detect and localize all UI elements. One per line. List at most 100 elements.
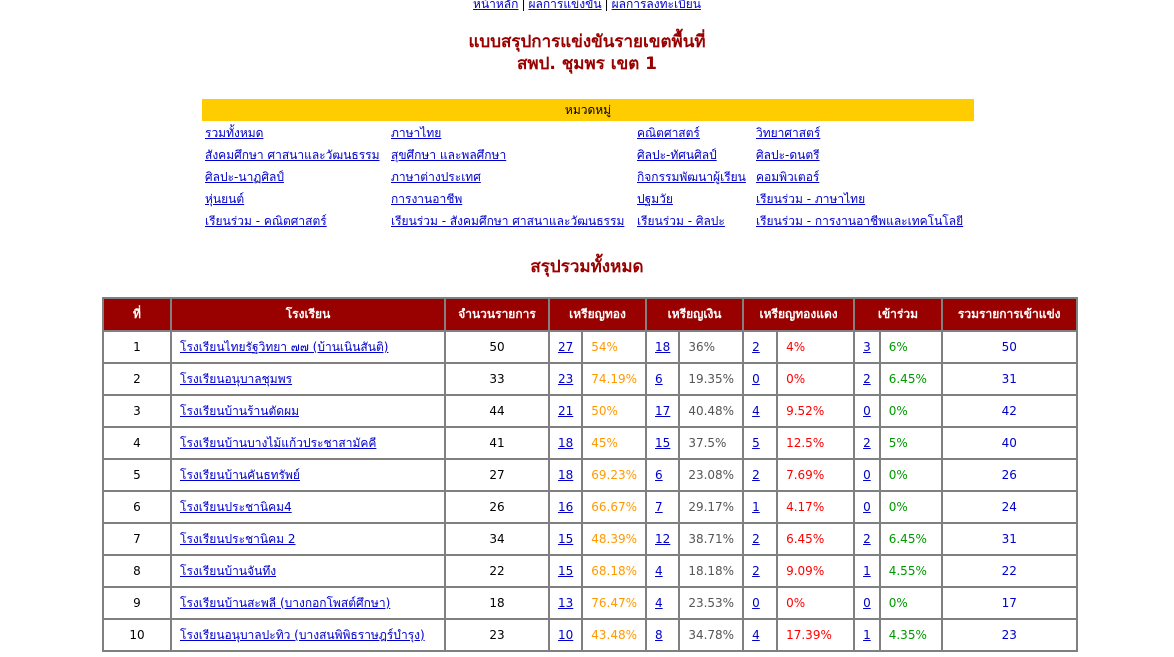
silver-count-link[interactable]: 15 [655,436,670,450]
entry-count: 26 [444,490,550,524]
school-name-link[interactable]: โรงเรียนบ้านสะพลี (บางกอกโพสต์ศึกษา) [180,596,390,610]
silver-count-link[interactable]: 17 [655,404,670,418]
total-entries: 42 [940,394,1078,428]
row-number: 5 [102,458,172,492]
participate-count-link[interactable]: 3 [863,340,871,354]
school-name-link[interactable]: โรงเรียนอนุบาลปะทิว (บางสนพิพิธราษฎร์บำร… [180,628,425,642]
participate-count-link[interactable]: 0 [863,468,871,482]
participate-count-link[interactable]: 2 [863,436,871,450]
participate-count-link[interactable]: 2 [863,372,871,386]
bronze-count-link[interactable]: 4 [752,404,760,418]
category-link[interactable]: ภาษาไทย [391,126,441,140]
gold-count-link[interactable]: 27 [558,340,573,354]
total-entries: 31 [940,522,1078,556]
school-name-link[interactable]: โรงเรียนประชานิคม 2 [180,532,296,546]
category-link[interactable]: กิจกรรมพัฒนาผู้เรียน [637,170,746,184]
table-row: 8 โรงเรียนบ้านจันทึง 22 15 68.18% 4 18.18% 2 9.0… [102,554,1078,588]
silver-count-link[interactable]: 7 [655,500,663,514]
bronze-count-link[interactable]: 2 [752,340,760,354]
category-link[interactable]: เรียนร่วม - การงานอาชีพและเทคโนโลยี [756,214,963,228]
gold-count-link[interactable]: 18 [558,436,573,450]
nav-results-link[interactable]: ผลการแข่งขัน [528,0,601,11]
category-cell: เรียนร่วม - คณิตศาสตร์ [202,210,388,232]
silver-count-link[interactable]: 12 [655,532,670,546]
header-count: จำนวนรายการ [444,297,550,332]
category-link[interactable]: เรียนร่วม - ภาษาไทย [756,192,865,206]
bronze-count-cell: 2 [742,554,779,588]
gold-count-cell: 18 [547,426,584,460]
gold-count-link[interactable]: 15 [558,564,573,578]
gold-count-link[interactable]: 13 [558,596,573,610]
gold-percent: 54% [581,330,648,364]
top-navigation: หน้าหลัก | ผลการแข่งขัน | ผลการลงทะเบียน [0,0,1174,14]
bronze-count-link[interactable]: 5 [752,436,760,450]
school-name-link[interactable]: โรงเรียนบ้านร้านตัดผม [180,404,299,418]
participate-count-link[interactable]: 1 [863,564,871,578]
row-number: 2 [102,362,172,396]
category-link[interactable]: คณิตศาสตร์ [637,126,700,140]
category-cell: ศิลปะ-ดนตรี [753,144,974,166]
gold-count-link[interactable]: 16 [558,500,573,514]
gold-count-link[interactable]: 21 [558,404,573,418]
silver-count-cell: 17 [645,394,681,428]
entry-count: 41 [444,426,550,460]
participate-percent: 0% [878,490,943,524]
category-link[interactable]: สุขศึกษา และพลศึกษา [391,148,506,162]
silver-count-link[interactable]: 6 [655,372,663,386]
category-link[interactable]: ภาษาต่างประเทศ [391,170,481,184]
category-row: ศิลปะ-นาฏศิลป์ ภาษาต่างประเทศ กิจกรรมพัฒนา… [202,166,974,188]
participate-count-link[interactable]: 1 [863,628,871,642]
bronze-count-link[interactable]: 2 [752,532,760,546]
category-link[interactable]: เรียนร่วม - สังคมศึกษา ศาสนาและวัฒนธรรม [391,214,624,228]
participate-count-link[interactable]: 0 [863,404,871,418]
school-name-link[interactable]: โรงเรียนบ้านบางไม้แก้วประชาสามัคคี [180,436,376,450]
bronze-count-link[interactable]: 0 [752,596,760,610]
category-link[interactable]: วิทยาศาสตร์ [756,126,820,140]
bronze-count-link[interactable]: 2 [752,468,760,482]
category-link[interactable]: ศิลปะ-ดนตรี [756,148,820,162]
silver-count-link[interactable]: 4 [655,596,663,610]
entry-count: 44 [444,394,550,428]
silver-count-link[interactable]: 18 [655,340,670,354]
silver-count-link[interactable]: 8 [655,628,663,642]
gold-count-link[interactable]: 15 [558,532,573,546]
category-link[interactable]: ปฐมวัย [637,192,673,206]
bronze-count-link[interactable]: 2 [752,564,760,578]
nav-home-link[interactable]: หน้าหลัก [473,0,518,11]
silver-count-link[interactable]: 4 [655,564,663,578]
entry-count: 27 [444,458,550,492]
category-links-table: รวมทั้งหมด ภาษาไทย คณิตศาสตร์ วิทยาศาสตร์สั… [202,122,974,232]
category-row: รวมทั้งหมด ภาษาไทย คณิตศาสตร์ วิทยาศาสตร์ [202,122,974,144]
school-name-link[interactable]: โรงเรียนบ้านจันทึง [180,564,276,578]
participate-count-link[interactable]: 2 [863,532,871,546]
school-name-link[interactable]: โรงเรียนอนุบาลชุมพร [180,372,292,386]
bronze-count-link[interactable]: 0 [752,372,760,386]
category-link[interactable]: ศิลปะ-นาฏศิลป์ [205,170,284,184]
gold-count-link[interactable]: 18 [558,468,573,482]
silver-count-link[interactable]: 6 [655,468,663,482]
category-link[interactable]: หุ่นยนต์ [205,192,244,206]
school-name-link[interactable]: โรงเรียนประชานิคม4 [180,500,292,514]
category-link[interactable]: เรียนร่วม - คณิตศาสตร์ [205,214,327,228]
silver-percent: 29.17% [678,490,745,524]
participate-count-link[interactable]: 0 [863,596,871,610]
category-link[interactable]: คอมพิวเตอร์ [756,170,819,184]
category-link[interactable]: ศิลปะ-ทัศนศิลป์ [637,148,717,162]
school-name-link[interactable]: โรงเรียนไทยรัฐวิทยา ๗๗ (บ้านเนินสันติ) [180,340,388,354]
bronze-count-link[interactable]: 1 [752,500,760,514]
silver-count-cell: 8 [645,618,681,652]
category-link[interactable]: การงานอาชีพ [391,192,462,206]
row-number: 9 [102,586,172,620]
nav-registration-link[interactable]: ผลการลงทะเบียน [612,0,701,11]
participate-count-link[interactable]: 0 [863,500,871,514]
bronze-percent: 7.69% [776,458,856,492]
category-link[interactable]: สังคมศึกษา ศาสนาและวัฒนธรรม [205,148,380,162]
category-link[interactable]: เรียนร่วม - ศิลปะ [637,214,725,228]
gold-count-link[interactable]: 10 [558,628,573,642]
gold-count-link[interactable]: 23 [558,372,573,386]
category-link[interactable]: รวมทั้งหมด [205,126,263,140]
school-name-link[interactable]: โรงเรียนบ้านคันธทรัพย์ [180,468,300,482]
gold-percent: 45% [581,426,648,460]
silver-percent: 18.18% [678,554,745,588]
bronze-count-link[interactable]: 4 [752,628,760,642]
